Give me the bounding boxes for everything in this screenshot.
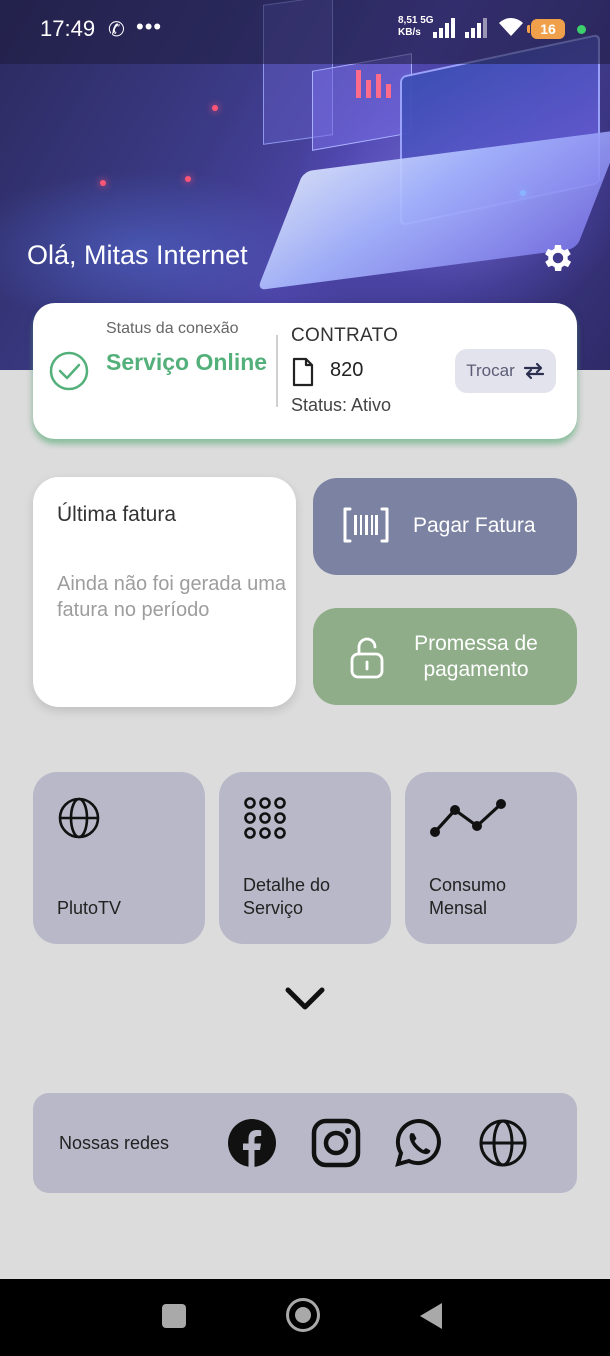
hero-light-dot xyxy=(185,176,191,182)
network-type: 5G xyxy=(420,15,434,26)
more-icon: ••• xyxy=(136,14,163,39)
tile-label: Consumo Mensal xyxy=(429,875,507,918)
payment-promise-label: Promessa de pagamento xyxy=(414,632,538,681)
facebook-icon[interactable] xyxy=(227,1118,277,1168)
network-speed-unit: KB/s xyxy=(398,27,421,38)
globe-icon xyxy=(58,797,100,839)
contract-number: 820 xyxy=(330,359,364,381)
barcode-icon xyxy=(343,507,389,543)
unlock-icon xyxy=(350,637,384,679)
tile-label: PlutoTV xyxy=(57,898,122,918)
tile-service-detail[interactable]: Detalhe do Serviço xyxy=(219,772,391,944)
phone-icon: ✆ xyxy=(108,19,125,41)
wifi-icon xyxy=(499,18,523,36)
recents-square-icon[interactable] xyxy=(162,1304,186,1328)
greeting: Olá, Mitas Internet xyxy=(27,240,248,270)
tile-label: Detalhe do Serviço xyxy=(243,875,331,918)
signal-icon xyxy=(465,18,487,38)
battery-level: 16 xyxy=(540,21,556,37)
social-label: Nossas redes xyxy=(59,1133,170,1153)
hero-light-dot xyxy=(212,105,218,111)
back-triangle-icon[interactable] xyxy=(420,1303,442,1329)
status-bar: 17:49 ✆ ••• 8,51 5G KB/s 16 xyxy=(0,0,610,64)
invoice-title: Última fatura xyxy=(57,503,177,526)
invoice-message: Ainda não foi gerada uma fatura no perío… xyxy=(57,573,287,621)
system-nav-bar xyxy=(0,1279,610,1356)
document-icon xyxy=(292,357,314,387)
line-chart-icon xyxy=(430,799,506,837)
switch-contract-label: Trocar xyxy=(466,361,515,380)
signal-icon xyxy=(433,18,455,38)
pay-invoice-button[interactable]: Pagar Fatura xyxy=(313,478,577,575)
hero-light-dot xyxy=(100,180,106,186)
tile-monthly-consumption[interactable]: Consumo Mensal xyxy=(405,772,577,944)
whatsapp-icon[interactable] xyxy=(394,1118,444,1168)
connection-value: Serviço Online xyxy=(106,349,268,375)
swap-arrows-icon xyxy=(523,362,544,380)
tile-plutotv[interactable]: PlutoTV xyxy=(33,772,205,944)
network-speed: 8,51 5G KB/s xyxy=(398,15,434,39)
battery-icon: 16 xyxy=(527,19,565,39)
home-circle-icon[interactable] xyxy=(286,1298,320,1332)
switch-contract-button[interactable]: Trocar xyxy=(455,349,556,393)
gear-icon[interactable] xyxy=(540,240,576,276)
grid-dots-icon xyxy=(244,797,286,839)
connection-status-card: Status da conexão Serviço Online CONTRAT… xyxy=(33,303,577,439)
network-speed-value: 8,51 xyxy=(398,15,418,26)
contract-status: Status: Ativo xyxy=(291,395,392,415)
hero-light-dot xyxy=(520,190,526,196)
contract-label: CONTRATO xyxy=(291,325,399,346)
payment-promise-button[interactable]: Promessa de pagamento xyxy=(313,608,577,705)
chevron-down-icon[interactable] xyxy=(284,986,326,1012)
check-circle-icon xyxy=(49,351,89,391)
pay-invoice-label: Pagar Fatura xyxy=(413,514,536,537)
website-globe-icon[interactable] xyxy=(478,1118,528,1168)
social-networks-panel: Nossas redes xyxy=(33,1093,577,1193)
divider xyxy=(276,335,278,407)
last-invoice-card[interactable]: Última fatura Ainda não foi gerada uma f… xyxy=(33,477,296,707)
privacy-dot xyxy=(577,25,586,34)
instagram-icon[interactable] xyxy=(311,1118,361,1168)
connection-label: Status da conexão xyxy=(106,320,239,337)
status-time: 17:49 xyxy=(40,16,96,41)
